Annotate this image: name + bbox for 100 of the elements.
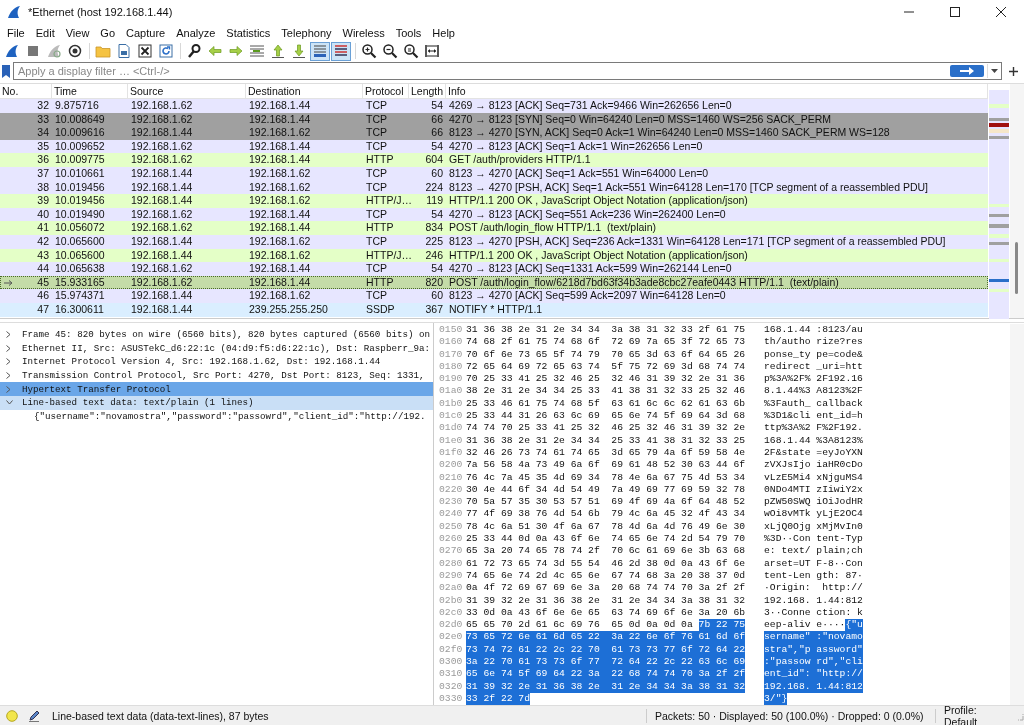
table-cell-text: 224: [424, 180, 444, 195]
table-cell-text: 66: [430, 112, 444, 127]
packet-row[interactable]: 39 10.019456 192.168.1.44 192.168.1.62 HTTP/J… 119 HTTP/1.1 200 OK , JavaScript Object Notation (application/json): [0, 194, 988, 208]
selected-ascii-text[interactable]: {"u: [845, 619, 863, 632]
scrollbar-thumb[interactable]: [1015, 242, 1018, 294]
shark-fin-icon: [4, 43, 20, 59]
byte-offset: 0220: [439, 483, 464, 497]
scrollbar[interactable]: [1010, 324, 1024, 705]
table-cell-text: 192.168.1.44: [248, 221, 312, 235]
apply-filter-button[interactable]: [950, 65, 984, 77]
tree-item[interactable]: {"username":"novamostra","password":"passowrd","client_id":"http://192.: [0, 409, 433, 424]
menu-item[interactable]: File: [1, 26, 30, 39]
display-filter-input[interactable]: Apply a display filter … <Ctrl-/>: [14, 64, 950, 78]
zoom-in-button[interactable]: [359, 41, 379, 61]
close-file-button[interactable]: [135, 41, 155, 61]
selected-hex-bytes[interactable]: 3a 22 70 61 73 73 6f 77 72 64 22 2c 22 63 6c 69: [466, 656, 746, 669]
ascii-text: th/autho rize?res: [764, 336, 863, 348]
byte-offset: 0240: [439, 508, 464, 521]
right-arrow-icon: [228, 43, 244, 59]
table-cell-text: SSDP: [365, 302, 396, 317]
byte-offset: 02c0: [439, 606, 464, 620]
ascii-text: %3D··Con tent-Typ: [764, 533, 863, 545]
reload-file-button[interactable]: [156, 41, 176, 61]
packet-row[interactable]: 41 10.056072 192.168.1.62 192.168.1.44 HTTP 834 POST /auth/login_flow HTTP/1.1 (text/plain): [0, 221, 988, 235]
hex-bytes: 33 0d 0a 43 6f 6e 6e 65 63 74 69 6f 6e 3a 20 6b: [466, 606, 746, 618]
profile-label[interactable]: Profile: Default: [944, 703, 1010, 725]
menu-item[interactable]: Wireless: [336, 26, 390, 39]
tree-item[interactable]: Internet Protocol Version 4, Src: 192.168.1.62, Dst: 192.168.1.44: [0, 355, 433, 369]
table-cell-text: 192.168.1.44: [130, 302, 194, 317]
scrollbar[interactable]: [1010, 84, 1024, 318]
table-cell-text: 10.065600: [54, 234, 106, 249]
menu-item[interactable]: Tools: [389, 26, 427, 39]
table-cell-text: 192.168.1.44: [130, 289, 194, 303]
menu-item[interactable]: Analyze: [170, 26, 221, 39]
selected-ascii-text[interactable]: :"passow rd","cli: [764, 656, 863, 669]
hex-bytes: 65 3a 20 74 65 78 74 2f 70 6c 61 69 6e 3b 63 68: [466, 545, 746, 557]
zoom-normal-button[interactable]: [401, 41, 421, 61]
autoscroll-button[interactable]: [310, 41, 330, 61]
packet-row[interactable]: 44 10.065638 192.168.1.62 192.168.1.44 TCP 54 4270 → 8123 [ACK] Seq=1331 Ack=599 Win=262144 Len=0: [0, 262, 988, 276]
hex-bytes: 77 4f 69 38 76 4d 54 6b 79 4c 6a 45 32 4f 43 34: [466, 508, 746, 520]
byte-offset: 0170: [439, 348, 464, 361]
bookmark-button[interactable]: [0, 64, 12, 78]
display-filter-field[interactable]: Apply a display filter … <Ctrl-/>: [13, 62, 1002, 80]
column-header[interactable]: No.: [0, 84, 52, 98]
expanded-chevron-icon[interactable]: [6, 400, 13, 406]
table-cell-text: 4270 → 8123 [ACK] Seq=1331 Ack=599 Win=262144 Len=0: [448, 262, 733, 276]
packet-row[interactable]: 34 10.009616 192.168.1.44 192.168.1.62 TCP 66 8123 → 4270 [SYN, ACK] Seq=0 Ack=1 Win=64240 Len=0 MSS=1460 SACK_PERM WS=128: [0, 126, 988, 140]
table-cell-text: 192.168.1.44: [248, 262, 312, 276]
packet-row[interactable]: 46 15.974371 192.168.1.44 192.168.1.62 TCP 60 8123 → 4270 [ACK] Seq=599 Ack=2097 Win=64128 Len=0: [0, 289, 988, 303]
byte-offset: 0320: [439, 680, 464, 693]
filter-history-dropdown[interactable]: [987, 64, 1001, 78]
menu-item[interactable]: Edit: [29, 26, 60, 39]
resize-columns-icon: [424, 43, 440, 59]
table-cell-text: 192.168.1.44: [130, 194, 194, 208]
zoom-out-button[interactable]: [380, 41, 400, 61]
byte-offset: 0330: [439, 692, 464, 705]
collapsed-chevron-icon[interactable]: [6, 358, 11, 366]
ascii-text: 3··Conne ction: k: [764, 606, 863, 618]
tree-item[interactable]: Ethernet II, Src: ASUSTekC_d6:22:1c (04:d9:f5:d6:22:1c), Dst: Raspberr_9a:: [0, 341, 433, 356]
menu-item[interactable]: View: [59, 26, 95, 39]
menu-item[interactable]: Help: [426, 26, 460, 39]
hex-bytes: 65 65 70 2d 61 6c 69 76 65 0d 0a 0d 0a: [466, 619, 693, 631]
column-header[interactable]: Protocol: [363, 84, 409, 98]
column-header[interactable]: Source: [128, 84, 246, 98]
tree-item[interactable]: Frame 45: 820 bytes on wire (6560 bits), 820 bytes captured (6560 bits) on: [0, 328, 433, 342]
table-cell-text: 10.009652: [54, 139, 106, 154]
table-cell-text: TCP: [365, 207, 388, 222]
tree-item[interactable]: Hypertext Transfer Protocol: [0, 382, 433, 396]
menu-item[interactable]: Capture: [120, 26, 171, 39]
table-cell-text: 39: [36, 194, 50, 208]
tree-item-label: Frame 45: 820 bytes on wire (6560 bits), 820 bytes captured (6560 bits) on: [22, 329, 430, 341]
table-cell-text: 192.168.1.44: [130, 126, 194, 140]
selected-hex-bytes[interactable]: 7b 22 75: [698, 619, 746, 632]
byte-offset: 0270: [439, 545, 464, 558]
table-cell-text: 192.168.1.62: [130, 262, 194, 276]
packet-row[interactable]: 36 10.009775 192.168.1.62 192.168.1.44 HTTP 604 GET /auth/providers HTTP/1.1: [0, 153, 988, 167]
column-header[interactable]: Info: [446, 84, 988, 98]
hex-bytes: 0a 4f 72 69 67 69 6e 3a 20 68 74 74 70 3a 2f 2f: [466, 582, 746, 594]
menu-item[interactable]: Statistics: [220, 26, 276, 39]
colorize-button[interactable]: [331, 41, 351, 61]
byte-offset: 0280: [439, 557, 464, 570]
column-header[interactable]: Time: [52, 84, 128, 98]
menu-item[interactable]: Go: [94, 26, 121, 39]
packet-row[interactable]: 32 9.875716 192.168.1.62 192.168.1.44 TCP 54 4269 → 8123 [ACK] Seq=731 Ack=9466 Win=262656 Len=0: [0, 99, 988, 113]
pencil-icon[interactable]: [28, 709, 40, 722]
column-header[interactable]: Length: [409, 84, 446, 98]
column-header[interactable]: Destination: [246, 84, 363, 98]
collapsed-chevron-icon[interactable]: [6, 344, 11, 352]
selected-ascii-text[interactable]: sername" :"novamo: [764, 631, 863, 644]
selected-ascii-text[interactable]: ent_id": "http://: [764, 668, 863, 681]
menu-item[interactable]: Telephony: [275, 26, 337, 39]
tree-item[interactable]: Transmission Control Protocol, Src Port: 4270, Dst Port: 8123, Seq: 1331,: [0, 368, 433, 383]
collapsed-chevron-icon[interactable]: [6, 385, 11, 393]
collapsed-chevron-icon[interactable]: [6, 372, 11, 380]
selected-hex-bytes[interactable]: 73 65 72 6e 61 6d 65 22 3a 22 6e 6f 76 61 6d 6f: [466, 631, 746, 644]
ascii-text: xLjQ0Ojg xMjMvIn0: [764, 520, 863, 532]
table-cell-text: 192.168.1.44: [248, 112, 312, 127]
table-cell-text: 10.019490: [54, 207, 106, 222]
collapsed-chevron-icon[interactable]: [6, 331, 11, 339]
selected-hex-bytes[interactable]: 65 6e 74 5f 69 64 22 3a 22 68 74 74 70 3a 2f 2f: [466, 668, 746, 681]
